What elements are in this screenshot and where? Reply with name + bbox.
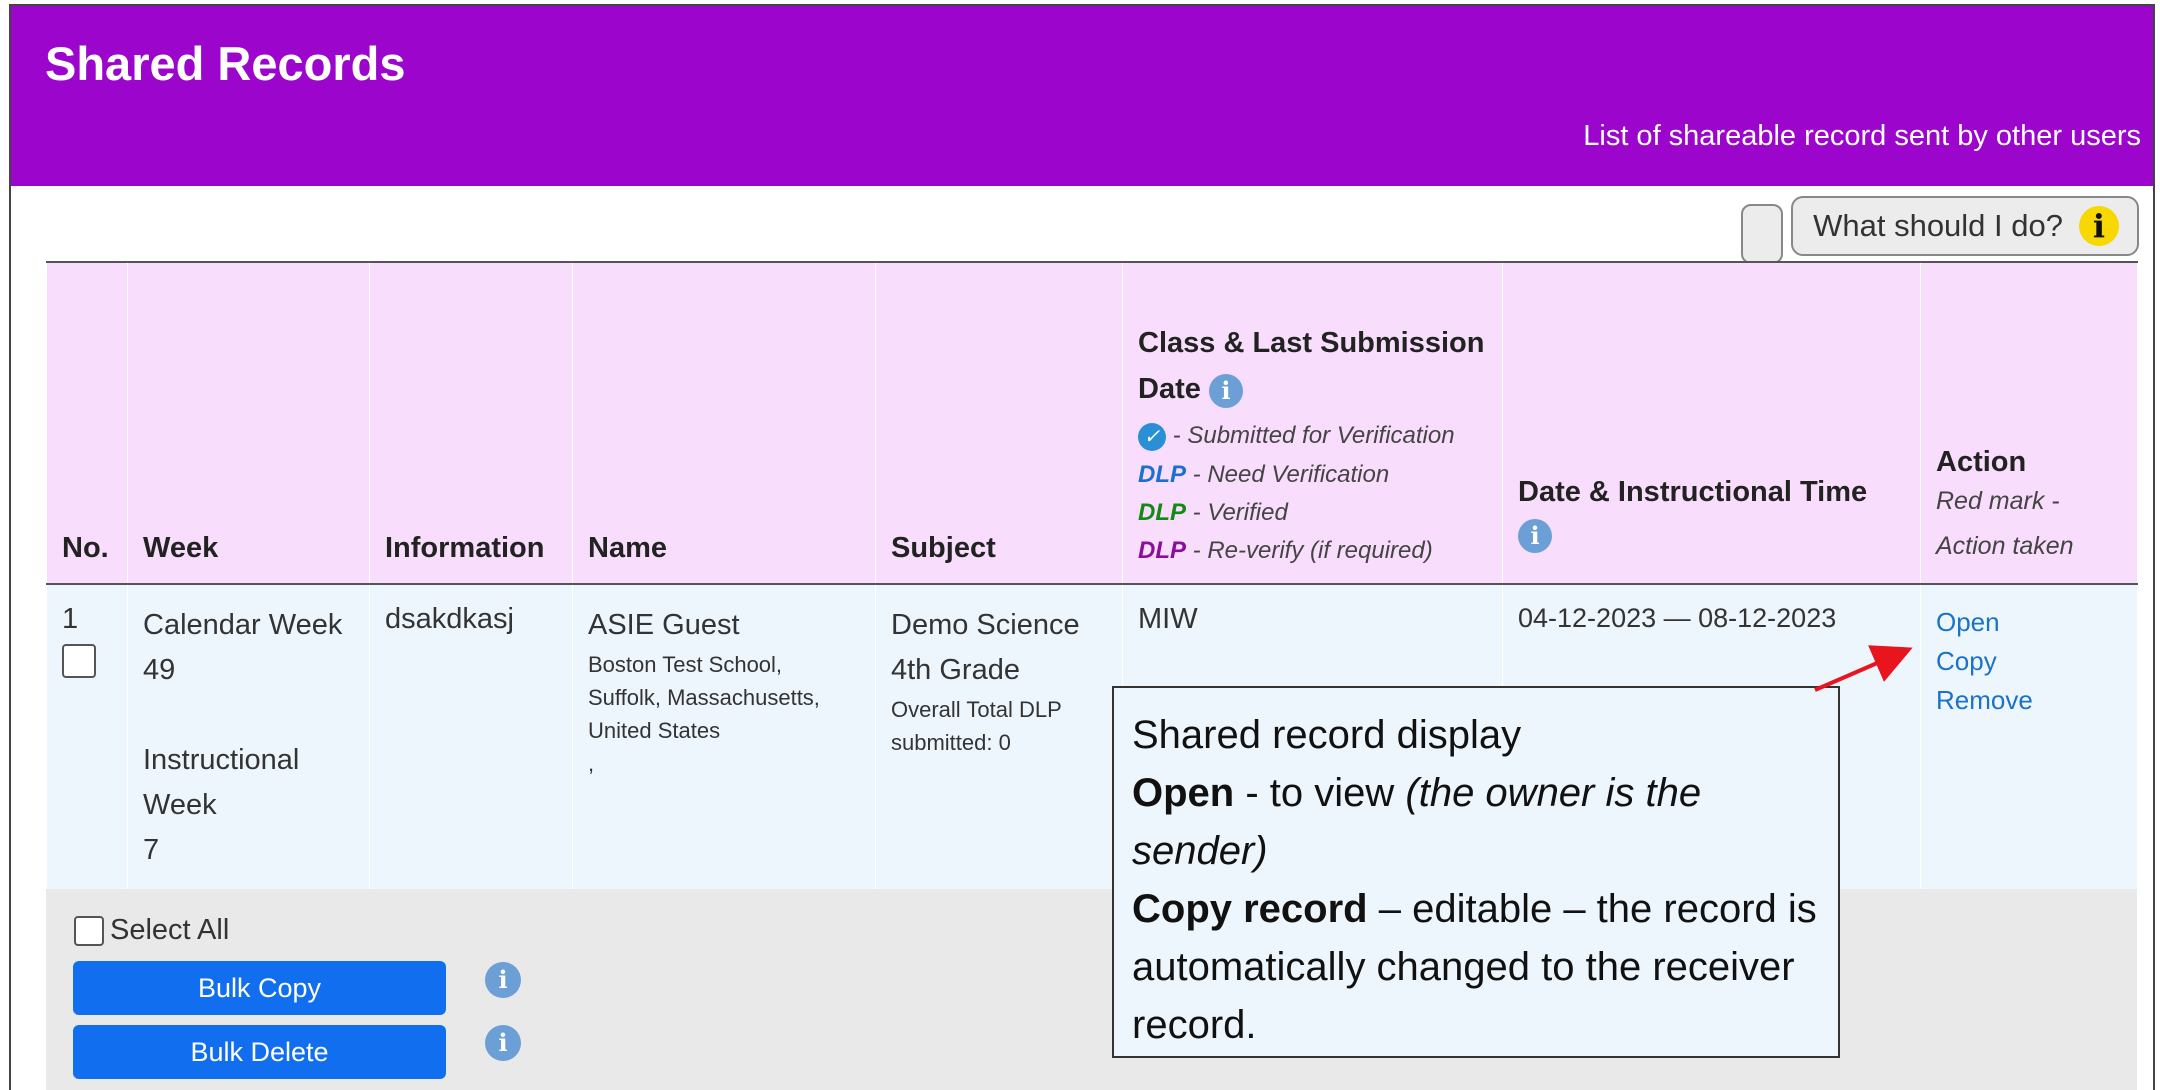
annotation-callout: Shared record display Open - to view (th… <box>1112 686 1840 1058</box>
subject-note: Overall Total DLP submitted: 0 <box>891 697 1062 755</box>
info-icon[interactable]: i <box>485 1025 521 1061</box>
blank-button[interactable] <box>1741 204 1784 264</box>
col-class: Class & Last Submission Date i ✓ - Submi… <box>1122 261 1503 585</box>
cell-week: Calendar Week 49 Instructional Week 7 <box>127 584 370 891</box>
page-title: Shared Records <box>45 37 406 90</box>
help-label: What should I do? <box>1813 208 2063 243</box>
action-note: Red mark - Action taken <box>1936 487 2074 560</box>
col-action: Action Red mark - Action taken <box>1920 261 2138 585</box>
info-icon[interactable]: i <box>1518 519 1552 553</box>
cell-action: Open Copy Remove <box>1920 584 2138 891</box>
col-no: No. <box>46 261 128 585</box>
col-information: Information <box>369 261 573 585</box>
col-date: Date & Instructional Time i <box>1502 261 1921 585</box>
remove-link[interactable]: Remove <box>1936 681 2122 720</box>
select-all[interactable]: Select All <box>74 914 229 947</box>
annotation-arrow-icon <box>1814 645 1913 692</box>
col-date-title: Date & Instructional Time <box>1518 475 1868 508</box>
cell-information: dsakdkasj <box>369 584 573 891</box>
legend-reverify: DLP - Re-verify (if required) <box>1138 537 1433 564</box>
cell-name: ASIE Guest Boston Test School, Suffolk, … <box>572 584 876 891</box>
col-action-title: Action <box>1936 446 2027 478</box>
legend-need-verification: DLP - Need Verification <box>1138 461 1390 488</box>
col-name: Name <box>572 261 876 585</box>
col-week: Week <box>127 261 370 585</box>
bulk-copy-button[interactable]: Bulk Copy <box>73 961 446 1015</box>
legend-submitted: ✓ - Submitted for Verification <box>1138 422 1487 451</box>
copy-link[interactable]: Copy <box>1936 642 2122 681</box>
page-subtitle: List of shareable record sent by other u… <box>1583 120 2141 152</box>
bulk-delete-button[interactable]: Bulk Delete <box>73 1025 446 1079</box>
info-yellow-icon: i <box>2079 206 2119 246</box>
page-header: Shared Records List of shareable record … <box>11 6 2153 186</box>
legend-verified: DLP - Verified <box>1138 499 1288 526</box>
school-address: Boston Test School, Suffolk, Massachuset… <box>588 652 820 743</box>
cell-subject: Demo Science 4th Grade Overall Total DLP… <box>875 584 1123 891</box>
info-icon[interactable]: i <box>485 962 521 998</box>
cell-no: 1 <box>46 584 128 891</box>
open-link[interactable]: Open <box>1936 603 2122 642</box>
check-circle-icon: ✓ <box>1138 423 1166 451</box>
help-area: What should I do? i <box>1741 196 2139 264</box>
row-checkbox[interactable] <box>62 644 96 678</box>
col-subject: Subject <box>875 261 1123 585</box>
what-should-i-do-button[interactable]: What should I do? i <box>1791 196 2139 256</box>
select-all-checkbox[interactable] <box>74 915 104 946</box>
info-icon[interactable]: i <box>1208 373 1243 408</box>
col-class-title: Class & Last Submission Date <box>1138 327 1485 406</box>
table-header-row: No. Week Information Name Subject Class … <box>46 261 2138 585</box>
